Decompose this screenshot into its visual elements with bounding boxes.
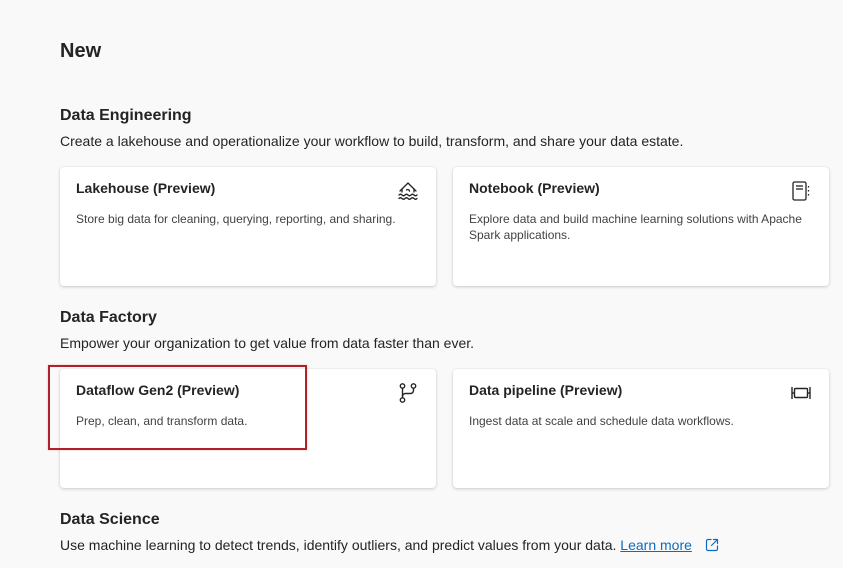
- card-dataflow-gen2[interactable]: Dataflow Gen2 (Preview) Prep, clean, and…: [60, 369, 436, 488]
- pipeline-icon: [789, 381, 813, 405]
- card-description: Store big data for cleaning, querying, r…: [76, 212, 396, 226]
- card-title: Lakehouse (Preview): [76, 180, 216, 196]
- section-description-data-science: Use machine learning to detect trends, i…: [60, 537, 720, 553]
- card-description: Ingest data at scale and schedule data w…: [469, 414, 734, 428]
- section-title-data-engineering: Data Engineering: [60, 107, 192, 124]
- section-description-data-engineering: Create a lakehouse and operationalize yo…: [60, 133, 684, 149]
- card-description: Explore data and build machine learning …: [469, 212, 802, 242]
- card-title: Dataflow Gen2 (Preview): [76, 382, 240, 398]
- section-title-data-science: Data Science: [60, 511, 160, 528]
- card-data-pipeline[interactable]: Data pipeline (Preview) Ingest data at s…: [453, 369, 829, 488]
- section-description-data-factory: Empower your organization to get value f…: [60, 335, 475, 351]
- external-link-icon[interactable]: [704, 537, 720, 553]
- card-title: Notebook (Preview): [469, 180, 600, 196]
- new-item-page: New Data Engineering Create a lakehouse …: [0, 0, 843, 568]
- card-description: Prep, clean, and transform data.: [76, 414, 248, 428]
- section-title-data-factory: Data Factory: [60, 309, 157, 326]
- dataflow-branch-icon: [396, 381, 420, 405]
- card-lakehouse[interactable]: Lakehouse (Preview) Store big data for c…: [60, 167, 436, 286]
- section-description-text: Use machine learning to detect trends, i…: [60, 537, 617, 553]
- lakehouse-icon: [396, 179, 420, 203]
- card-notebook[interactable]: Notebook (Preview) Explore data and buil…: [453, 167, 829, 286]
- notebook-icon: [789, 179, 813, 203]
- page-title: New: [60, 40, 102, 62]
- learn-more-link[interactable]: Learn more: [620, 537, 692, 553]
- card-title: Data pipeline (Preview): [469, 382, 623, 398]
